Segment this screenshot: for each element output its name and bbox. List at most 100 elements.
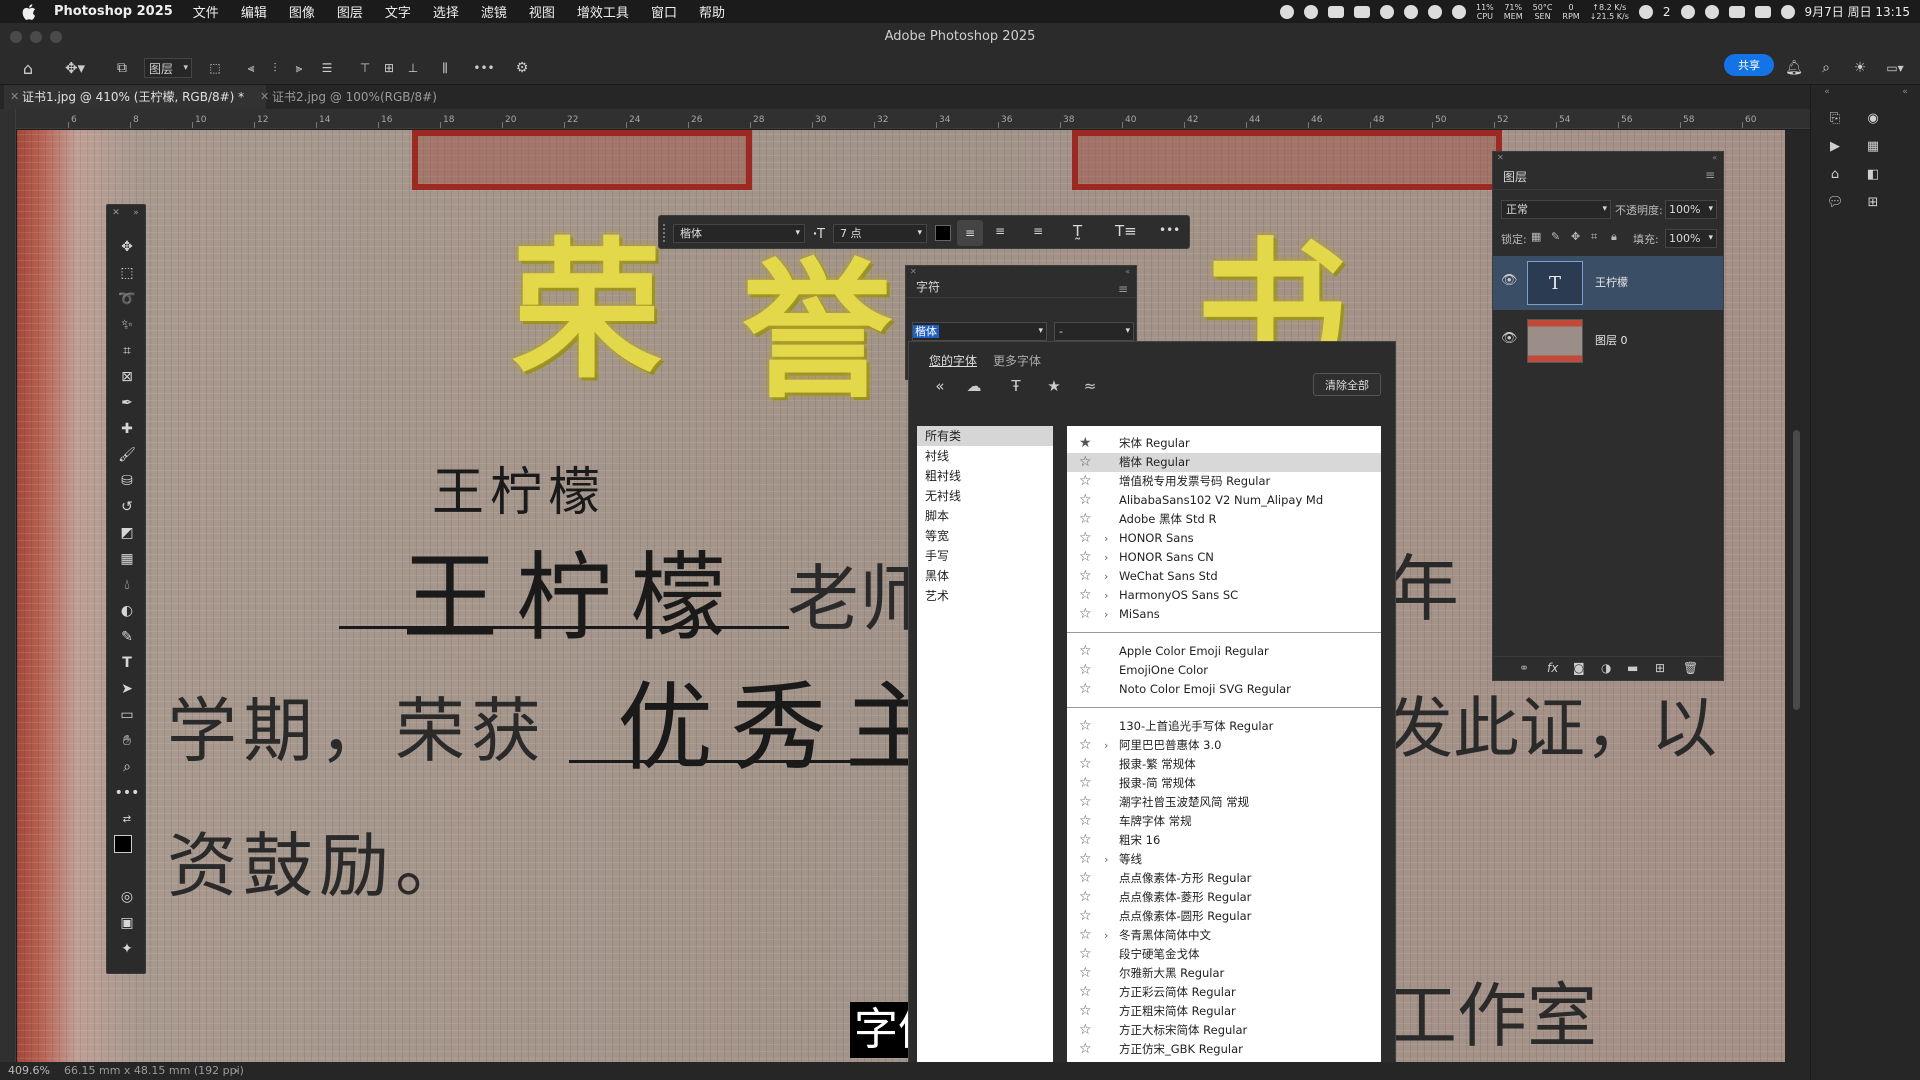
transform-controls-icon[interactable]: ⬚ — [206, 58, 224, 78]
star-outline-icon[interactable]: ☆ — [1079, 548, 1092, 567]
star-outline-icon[interactable]: ☆ — [1079, 453, 1092, 472]
align-center-text-icon[interactable]: ≡ — [995, 224, 1005, 238]
lock-all-icon[interactable]: 🔒︎ — [1611, 230, 1617, 244]
display-icon[interactable] — [1354, 5, 1370, 18]
align-middle-icon[interactable]: ⊞ — [380, 58, 398, 78]
layer-row-text[interactable]: 👁︎ T 王柠檬 — [1493, 256, 1723, 310]
color-panel-icon[interactable]: ◉ — [1863, 109, 1883, 127]
font-list-item[interactable]: ☆ 楷体 Regular — [1067, 453, 1381, 472]
link-layers-icon[interactable]: ⚭ — [1519, 661, 1529, 675]
similar-filter-icon[interactable]: ≈ — [1079, 375, 1101, 397]
lasso-tool-icon[interactable]: ➰ — [117, 289, 137, 309]
star-outline-icon[interactable]: ☆ — [1079, 1021, 1092, 1040]
align-top-icon[interactable]: ⊤ — [356, 58, 374, 78]
star-outline-icon[interactable]: ☆ — [1079, 491, 1092, 510]
gradients-panel-icon[interactable]: ◧ — [1863, 165, 1883, 183]
font-list-item[interactable]: ★ 宋体 Regular — [1067, 434, 1381, 453]
pen-tool-icon[interactable]: ✎ — [117, 627, 137, 647]
font-list-item[interactable]: ☆ 段宁硬笔金戈体 — [1067, 945, 1381, 964]
font-category-item[interactable]: 手写 — [917, 546, 1053, 566]
app-status-icon[interactable] — [1680, 4, 1695, 19]
chevron-right-icon[interactable]: › — [1104, 926, 1108, 945]
close-tab-icon[interactable]: ✕ — [260, 85, 269, 109]
font-list-item[interactable]: ☆ 方正仿宋_GBK Regular — [1067, 1040, 1381, 1059]
menu-type[interactable]: 文字 — [385, 2, 411, 21]
font-list-item[interactable]: ☆ › HONOR Sans CN — [1067, 548, 1381, 567]
generative-tool-icon[interactable]: ✦ — [117, 939, 137, 959]
eraser-tool-icon[interactable]: ◩ — [117, 523, 137, 543]
star-outline-icon[interactable]: ☆ — [1079, 831, 1092, 850]
more-tools-icon[interactable]: ••• — [115, 783, 140, 803]
menu-edit[interactable]: 编辑 — [241, 2, 267, 21]
vertical-scrollbar[interactable] — [1785, 130, 1810, 1066]
marquee-tool-icon[interactable]: ⬚ — [117, 263, 137, 283]
auto-select-icon[interactable]: ⧉ — [112, 58, 132, 78]
collapse-panel-icon[interactable]: « — [1125, 267, 1130, 276]
patterns-panel-icon[interactable]: ⊞ — [1863, 193, 1883, 211]
temp-stat[interactable]: 50°C SEN — [1533, 3, 1553, 21]
wechat-icon[interactable] — [1638, 4, 1653, 19]
comments-icon[interactable]: 💬︎ — [1825, 193, 1845, 211]
adjustment-layer-icon[interactable]: ◑ — [1601, 661, 1611, 675]
font-list-item[interactable]: ☆ 尔雅新大黑 Regular — [1067, 964, 1381, 983]
font-list-item[interactable]: ☆ Noto Color Emoji SVG Regular — [1067, 680, 1381, 699]
font-category-item[interactable]: 艺术 — [917, 586, 1053, 606]
crop-tool-icon[interactable]: ⌗ — [117, 341, 137, 361]
chevron-right-icon[interactable]: › — [1104, 850, 1108, 869]
visibility-eye-icon[interactable]: 👁︎ — [1501, 331, 1518, 346]
minimize-window-button[interactable] — [30, 31, 42, 43]
font-list-item[interactable]: ☆ Apple Color Emoji Regular — [1067, 642, 1381, 661]
text-options-icon[interactable]: T≡ — [1115, 222, 1137, 240]
wifi-icon[interactable] — [1704, 4, 1719, 19]
hand-tool-icon[interactable]: ✋︎ — [117, 731, 137, 751]
font-list-item[interactable]: ☆ 车牌字体 常规 — [1067, 812, 1381, 831]
doc-tab-1[interactable]: ✕ 证书1.jpg @ 410% (王柠檬, RGB/8#) * — [4, 85, 266, 109]
zoom-tool-icon[interactable]: ⌕ — [117, 757, 137, 777]
star-outline-icon[interactable]: ☆ — [1079, 793, 1092, 812]
align-right-text-icon[interactable]: ≡ — [1033, 224, 1043, 238]
font-list-item[interactable]: ☆ 方正彩云简体 Regular — [1067, 983, 1381, 1002]
close-window-button[interactable] — [10, 31, 22, 43]
lock-position-icon[interactable]: ✥ — [1571, 230, 1580, 243]
star-outline-icon[interactable]: ☆ — [1079, 736, 1092, 755]
font-category-item[interactable]: 粗衬线 — [917, 466, 1053, 486]
net-stat[interactable]: ↑8.2 K/s ↓21.5 K/s — [1590, 3, 1629, 21]
font-category-item[interactable]: 等宽 — [917, 526, 1053, 546]
light-bulb-icon[interactable]: ☀ — [1850, 58, 1870, 78]
workspace-icon[interactable]: ▭▾ — [1880, 58, 1910, 78]
gradient-tool-icon[interactable]: ▦ — [117, 549, 137, 569]
gear-icon[interactable]: ⚙ — [512, 58, 532, 78]
vertical-ruler[interactable] — [0, 109, 16, 1069]
record-icon[interactable] — [1280, 4, 1294, 19]
star-outline-icon[interactable]: ☆ — [1079, 472, 1092, 491]
share-button[interactable]: 共享 — [1724, 54, 1774, 76]
layer-row-image[interactable]: 👁︎ 图层 0 — [1493, 314, 1723, 368]
collapse-dock-icon[interactable]: « — [1817, 83, 1837, 101]
character-style-field[interactable]: - ▾ — [1054, 322, 1134, 341]
screen-mode-icon[interactable]: ▣ — [117, 913, 137, 933]
star-outline-icon[interactable]: ☆ — [1079, 567, 1092, 586]
star-outline-icon[interactable]: ☆ — [1079, 717, 1092, 736]
path-select-icon[interactable]: ➤ — [117, 679, 137, 699]
rpm-stat[interactable]: 0 RPM — [1562, 3, 1579, 21]
close-panel-icon[interactable]: ✕ — [1497, 153, 1504, 162]
font-list-item[interactable]: ☆ 点点像素体-方形 Regular — [1067, 869, 1381, 888]
new-group-icon[interactable]: ▬ — [1627, 661, 1638, 675]
star-outline-icon[interactable]: ☆ — [1079, 680, 1092, 699]
app-menu[interactable]: Photoshop 2025 — [54, 4, 173, 19]
menu-select[interactable]: 选择 — [433, 2, 459, 21]
siri-icon[interactable] — [1780, 4, 1795, 19]
history-brush-icon[interactable]: ↺ — [117, 497, 137, 517]
star-filled-icon[interactable]: ★ — [1079, 434, 1092, 453]
font-list-item[interactable]: ☆ › WeChat Sans Std — [1067, 567, 1381, 586]
frame-tool-icon[interactable]: ⊠ — [117, 367, 137, 387]
text-color-swatch[interactable] — [935, 225, 951, 241]
fill-field[interactable]: 100% ▾ — [1665, 229, 1717, 248]
font-list-item[interactable]: ☆ 130-上首追光手写体 Regular — [1067, 717, 1381, 736]
lock-artboard-icon[interactable]: ⌗ — [1591, 230, 1597, 244]
star-outline-icon[interactable]: ☆ — [1079, 888, 1092, 907]
align-left-text-icon[interactable]: ≡ — [957, 220, 983, 246]
clock-icon[interactable] — [1380, 4, 1394, 19]
close-panel-icon[interactable]: ✕ — [109, 207, 123, 219]
font-list-item[interactable]: ☆ 增值税专用发票号码 Regular — [1067, 472, 1381, 491]
